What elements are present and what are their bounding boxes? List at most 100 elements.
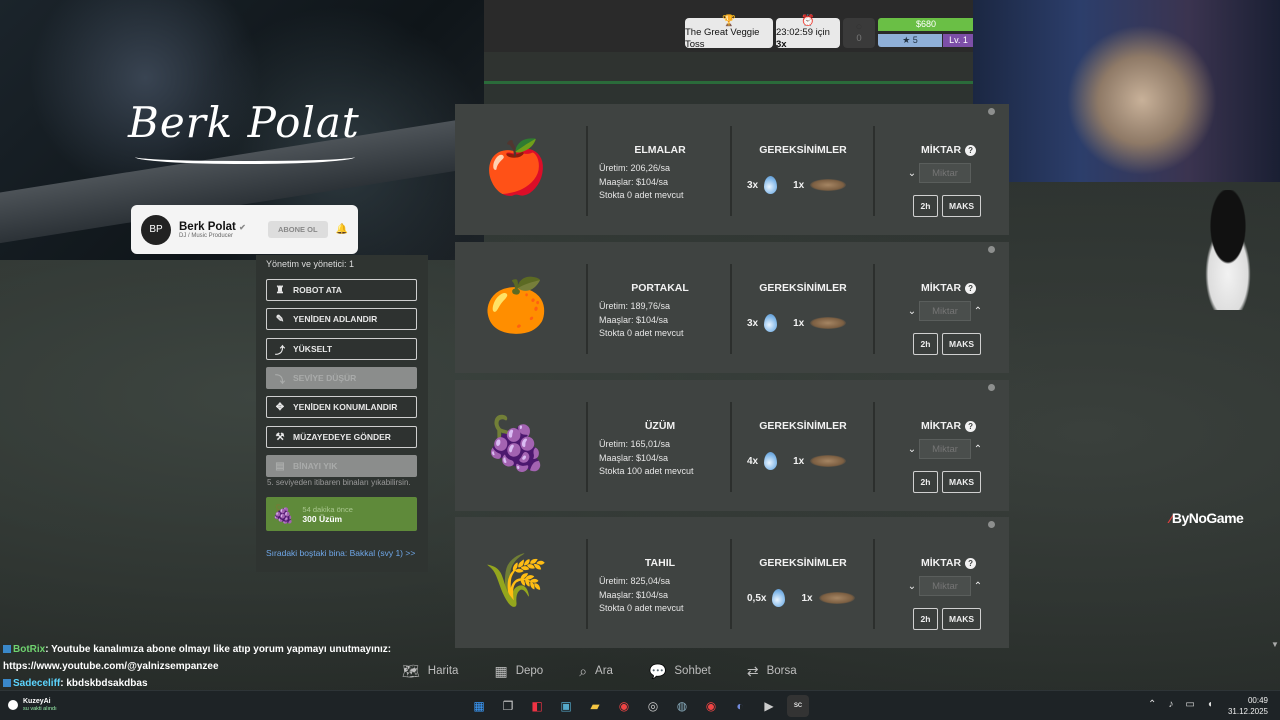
network-icon[interactable]: ▭ bbox=[1185, 699, 1194, 710]
next-building-link[interactable]: Sıradaki boştaki bina: Bakkal (svy 1) >> bbox=[266, 548, 415, 558]
amount-input[interactable] bbox=[919, 576, 971, 596]
max-button[interactable]: MAKS bbox=[942, 471, 981, 493]
max-button[interactable]: MAKS bbox=[942, 333, 981, 355]
nav-warehouse[interactable]: ▦ Depo bbox=[494, 663, 543, 680]
requirements-header: GEREKSİNİMLER bbox=[759, 557, 847, 569]
chevron-up-icon[interactable]: ⌃ bbox=[1148, 699, 1156, 710]
requirements-header: GEREKSİNİMLER bbox=[759, 420, 847, 432]
amount-buttons: 2h MAKS bbox=[913, 471, 981, 493]
requirements-row: 0,5x 1x bbox=[747, 589, 855, 607]
nav-search[interactable]: ⌕ Ara bbox=[579, 663, 613, 680]
two-hours-button[interactable]: 2h bbox=[913, 333, 938, 355]
trophy-icon: 🏆 bbox=[722, 15, 736, 27]
seed-icon bbox=[810, 317, 847, 329]
chat-user: BotRix bbox=[13, 644, 46, 655]
nav-exchange[interactable]: ⇄ Borsa bbox=[747, 663, 797, 680]
panel-button-4[interactable]: ✥ YENİDEN KONUMLANDIR bbox=[266, 396, 417, 418]
chrome-alt-icon[interactable]: ◉ bbox=[700, 695, 722, 717]
chat-icon: 💬 bbox=[648, 662, 667, 679]
wheat-icon: 🌾 bbox=[483, 551, 549, 610]
amount-input[interactable] bbox=[919, 163, 971, 183]
two-hours-button[interactable]: 2h bbox=[913, 608, 938, 630]
max-button[interactable]: MAKS bbox=[942, 608, 981, 630]
chevron-down-icon[interactable]: ⌄ bbox=[907, 168, 917, 179]
bell-icon[interactable]: 🔔 bbox=[336, 224, 348, 235]
chevron-down-icon[interactable]: ⌄ bbox=[907, 581, 917, 592]
pin-icon[interactable] bbox=[988, 521, 995, 528]
chevron-up-icon[interactable]: ⌃ bbox=[973, 444, 983, 455]
product-name: ÜZÜM bbox=[644, 420, 676, 432]
photos-icon[interactable]: ▣ bbox=[555, 695, 577, 717]
task-view-icon[interactable]: ❐ bbox=[497, 695, 519, 717]
subscribe-button[interactable]: ABONE OL bbox=[267, 221, 328, 238]
wages: Maaşlar: $104/sa bbox=[599, 589, 669, 600]
volume-icon[interactable]: ◖ bbox=[1207, 699, 1213, 710]
robot-icon: ♜ bbox=[275, 284, 285, 296]
start-icon[interactable]: ▦ bbox=[468, 695, 490, 717]
nav-map[interactable]: 🗺 Harita bbox=[402, 663, 458, 680]
divider bbox=[586, 402, 588, 492]
media-icon[interactable]: ▶ bbox=[758, 695, 780, 717]
product-name: PORTAKAL bbox=[631, 282, 689, 294]
panel-button-1[interactable]: ✎ YENİDEN ADLANDIR bbox=[266, 308, 417, 330]
warehouse-icon: ▦ bbox=[494, 662, 508, 679]
pin-icon[interactable] bbox=[988, 108, 995, 115]
event-button[interactable]: 🏆 The Great Veggie Toss bbox=[685, 15, 773, 50]
divider bbox=[730, 539, 732, 629]
chrome-icon[interactable]: ◉ bbox=[613, 695, 635, 717]
two-hours-button[interactable]: 2h bbox=[913, 471, 938, 493]
amount-input[interactable] bbox=[919, 439, 971, 459]
amount-input[interactable] bbox=[919, 301, 971, 321]
scroll-down-icon[interactable]: ▼ bbox=[1271, 640, 1279, 649]
chevron-up-icon[interactable]: ⌃ bbox=[973, 581, 983, 592]
panel-button-2[interactable]: ⤴ YÜKSELT bbox=[266, 338, 417, 360]
github-icon[interactable]: ◎ bbox=[642, 695, 664, 717]
requirements-row: 3x 1x bbox=[747, 176, 847, 194]
money-balance: $680 bbox=[878, 18, 974, 31]
app-icon[interactable]: ◧ bbox=[526, 695, 548, 717]
help-icon[interactable]: ? bbox=[965, 420, 977, 432]
pin-icon[interactable] bbox=[988, 384, 995, 391]
channel-info: Berk Polat ✔ DJ / Music Producer bbox=[179, 221, 246, 239]
seed-amount: 1x bbox=[793, 179, 805, 191]
panel-button-0[interactable]: ♜ ROBOT ATA bbox=[266, 279, 417, 301]
amount-header-label: MİKTAR bbox=[921, 144, 962, 156]
help-icon[interactable]: ? bbox=[965, 282, 977, 294]
panel-button-5[interactable]: ⚒ MÜZAYEDEYE GÖNDER bbox=[266, 426, 417, 448]
nav-warehouse-label: Depo bbox=[515, 665, 544, 677]
nav-chat[interactable]: 💬 Sohbet bbox=[649, 663, 711, 680]
discord-icon[interactable]: ◐ bbox=[729, 695, 751, 717]
chevron-down-icon[interactable]: ⌄ bbox=[907, 306, 917, 317]
taskbar-clock[interactable]: 00:49 31.12.2025 bbox=[1228, 695, 1268, 717]
timer-multiplier: 3x bbox=[776, 39, 787, 50]
channel-name: Berk Polat ✔ bbox=[179, 221, 246, 233]
stock-card[interactable]: 🍇 54 dakika önce 300 Üzüm bbox=[266, 497, 417, 531]
production-rate: Üretim: 189,76/sa bbox=[599, 301, 671, 311]
chat-line: BotRix: Youtube kanalımıza abone olmayı … bbox=[3, 641, 391, 658]
chevron-up-icon[interactable]: ⌃ bbox=[973, 306, 983, 317]
nav-map-label: Harita bbox=[427, 665, 459, 677]
help-icon[interactable]: ? bbox=[965, 557, 977, 569]
hammer-icon: ⚒ bbox=[275, 431, 285, 443]
pin-icon[interactable] bbox=[988, 246, 995, 253]
max-button[interactable]: MAKS bbox=[942, 195, 981, 217]
panel-button-label: BİNAYI YIK bbox=[293, 461, 338, 471]
two-hours-button[interactable]: 2h bbox=[913, 195, 938, 217]
chevron-down-icon[interactable]: ⌄ bbox=[907, 444, 917, 455]
seed-icon bbox=[810, 179, 847, 191]
app-sc-icon[interactable]: ˢᶜ bbox=[787, 695, 809, 717]
timer-button[interactable]: ⏰ 23:02:59 için 3x bbox=[776, 15, 840, 50]
folder-icon[interactable]: ▰ bbox=[584, 695, 606, 717]
help-icon[interactable]: ? bbox=[965, 144, 977, 156]
divider bbox=[586, 264, 588, 354]
badge-icon bbox=[3, 645, 11, 654]
steam-icon[interactable]: ◍ bbox=[671, 695, 693, 717]
water-drop-icon bbox=[764, 314, 778, 332]
water-amount: 3x bbox=[747, 317, 759, 329]
amount-header: MİKTAR? bbox=[921, 282, 977, 294]
amount-header-label: MİKTAR bbox=[921, 420, 962, 432]
microphone-icon[interactable]: ♪ bbox=[1168, 699, 1173, 710]
seed-amount: 1x bbox=[793, 317, 805, 329]
production-rate: Üretim: 825,04/sa bbox=[599, 576, 671, 586]
empty-slot-button[interactable]: ○ 0 bbox=[843, 18, 875, 48]
